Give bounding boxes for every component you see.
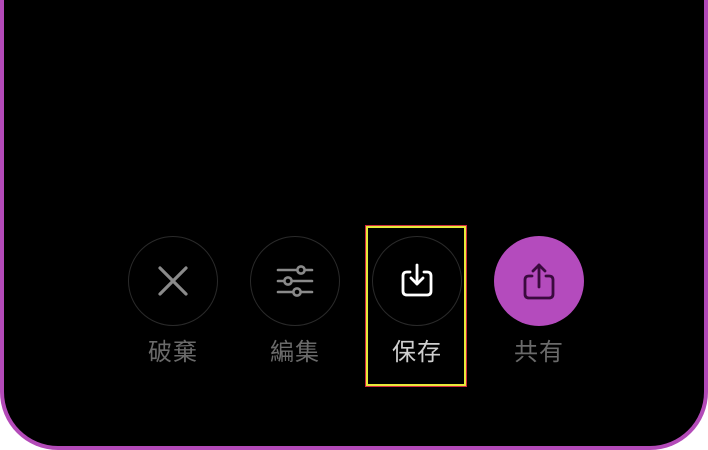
save-button[interactable]: 保存: [372, 236, 464, 376]
discard-circle[interactable]: [128, 236, 218, 326]
close-icon: [156, 264, 190, 298]
photo-action-toolbar: 破棄 編集 保存 共有: [0, 0, 708, 450]
share-label: 共有: [514, 338, 564, 366]
download-icon: [398, 262, 436, 300]
save-circle[interactable]: [372, 236, 462, 326]
share-circle[interactable]: [494, 236, 584, 326]
discard-button[interactable]: 破棄: [128, 236, 220, 376]
edit-circle[interactable]: [250, 236, 340, 326]
edit-button[interactable]: 編集: [250, 236, 342, 376]
save-label: 保存: [392, 338, 442, 366]
discard-label: 破棄: [148, 338, 198, 366]
share-icon: [520, 261, 558, 301]
sliders-icon: [275, 263, 315, 299]
edit-label: 編集: [270, 338, 320, 366]
share-button[interactable]: 共有: [494, 236, 586, 376]
